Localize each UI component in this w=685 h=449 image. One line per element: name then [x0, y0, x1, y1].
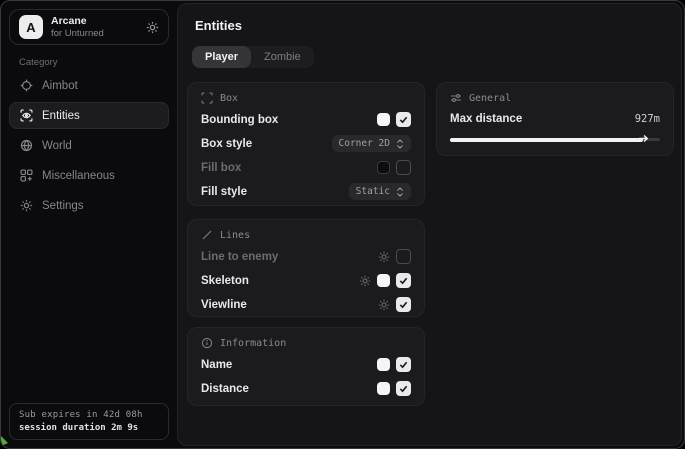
- checkbox-checked[interactable]: [396, 297, 411, 312]
- sidebar-item-world[interactable]: World: [9, 132, 169, 159]
- sidebar-item-aimbot[interactable]: Aimbot: [9, 72, 169, 99]
- box-section-header: Box: [201, 92, 411, 104]
- subscription-info: Sub expires in 42d 08h session duration …: [9, 403, 169, 440]
- setting-label: Line to enemy: [201, 251, 278, 263]
- fill-style-dropdown[interactable]: Static: [349, 183, 411, 200]
- gear-icon[interactable]: [146, 21, 159, 34]
- gear-icon[interactable]: [359, 275, 371, 287]
- app-subtitle: for Unturned: [51, 28, 104, 39]
- section-title: Box: [220, 93, 238, 104]
- gear-icon[interactable]: [378, 251, 390, 263]
- setting-row-skeleton: Skeleton: [201, 272, 411, 289]
- max-distance-slider[interactable]: [450, 134, 660, 144]
- setting-row-line-to-enemy: Line to enemy: [201, 248, 411, 265]
- grid-icon: [20, 169, 33, 182]
- general-card: General Max distance 927m: [436, 82, 674, 156]
- setting-label: Name: [201, 359, 232, 371]
- information-card: Information Name Distance: [187, 327, 425, 406]
- page-title: Entities: [195, 18, 242, 33]
- setting-row-max-distance: Max distance 927m: [450, 113, 660, 125]
- section-title: Lines: [220, 230, 250, 241]
- tab-bar: Player Zombie: [192, 46, 314, 68]
- sidebar-item-settings[interactable]: Settings: [9, 192, 169, 219]
- dropdown-value: Corner 2D: [339, 138, 390, 149]
- sidebar-header: A Arcane for Unturned: [9, 9, 169, 45]
- setting-row-fill-box: Fill box: [201, 159, 411, 176]
- lines-section-header: Lines: [201, 229, 411, 241]
- sidebar-item-label: Aimbot: [42, 80, 78, 92]
- tab-player[interactable]: Player: [192, 46, 251, 68]
- checkbox-checked[interactable]: [396, 273, 411, 288]
- sidebar-nav: Aimbot Entities World: [9, 72, 169, 219]
- setting-row-viewline: Viewline: [201, 296, 411, 313]
- chevron-up-down-icon: [396, 187, 404, 197]
- color-swatch[interactable]: [377, 113, 390, 126]
- setting-label: Bounding box: [201, 114, 278, 126]
- sidebar-item-label: World: [42, 140, 72, 152]
- tab-zombie[interactable]: Zombie: [251, 46, 314, 68]
- setting-row-distance: Distance: [201, 380, 411, 397]
- sidebar: A Arcane for Unturned Category Aimbot: [1, 1, 177, 448]
- sidebar-item-entities[interactable]: Entities: [9, 102, 169, 129]
- color-swatch[interactable]: [377, 274, 390, 287]
- category-label: Category: [19, 57, 58, 68]
- checkbox-checked[interactable]: [396, 357, 411, 372]
- color-swatch[interactable]: [377, 382, 390, 395]
- gear-icon[interactable]: [378, 299, 390, 311]
- slider-fill: [450, 138, 643, 142]
- setting-row-fill-style: Fill style Static: [201, 183, 411, 200]
- scan-eye-icon: [20, 109, 33, 122]
- color-swatch[interactable]: [377, 161, 390, 174]
- crosshair-icon: [20, 79, 33, 92]
- app-logo: A: [19, 15, 43, 39]
- dropdown-value: Static: [356, 186, 390, 197]
- setting-row-name: Name: [201, 356, 411, 373]
- cursor-icon: [0, 432, 14, 449]
- setting-row-bounding-box: Bounding box: [201, 111, 411, 128]
- slider-value: 927m: [635, 113, 660, 125]
- app-window: A Arcane for Unturned Category Aimbot: [0, 0, 685, 449]
- app-name: Arcane: [51, 15, 104, 28]
- general-section-header: General: [450, 92, 660, 104]
- checkbox-checked[interactable]: [396, 112, 411, 127]
- app-titles: Arcane for Unturned: [51, 15, 104, 39]
- sidebar-item-label: Miscellaneous: [42, 170, 115, 182]
- sub-expiry-text: Sub expires in 42d 08h: [19, 410, 159, 420]
- chevron-up-down-icon: [396, 139, 404, 149]
- color-swatch[interactable]: [377, 358, 390, 371]
- setting-label: Skeleton: [201, 275, 249, 287]
- information-section-header: Information: [201, 337, 411, 349]
- box-style-dropdown[interactable]: Corner 2D: [332, 135, 411, 152]
- setting-label: Fill box: [201, 162, 241, 174]
- main-panel: Entities Player Zombie Box Bounding box: [177, 3, 682, 446]
- setting-label: Distance: [201, 383, 249, 395]
- setting-row-box-style: Box style Corner 2D: [201, 135, 411, 152]
- setting-label: Box style: [201, 138, 252, 150]
- sidebar-item-miscellaneous[interactable]: Miscellaneous: [9, 162, 169, 189]
- checkbox-unchecked[interactable]: [396, 160, 411, 175]
- session-duration-text: session duration 2m 9s: [19, 423, 159, 433]
- globe-icon: [20, 139, 33, 152]
- checkbox-checked[interactable]: [396, 381, 411, 396]
- section-title: Information: [220, 338, 286, 349]
- gear-icon: [20, 199, 33, 212]
- frame-corners-icon: [201, 92, 213, 104]
- sliders-icon: [450, 92, 462, 104]
- box-card: Box Bounding box Box style Corner 2D: [187, 82, 425, 206]
- checkbox-unchecked[interactable]: [396, 249, 411, 264]
- diagonal-line-icon: [201, 229, 213, 241]
- setting-label: Max distance: [450, 113, 522, 125]
- sidebar-item-label: Settings: [42, 200, 84, 212]
- setting-label: Fill style: [201, 186, 247, 198]
- setting-label: Viewline: [201, 299, 247, 311]
- info-icon: [201, 337, 213, 349]
- section-title: General: [469, 93, 511, 104]
- slider-thumb-arrow-icon[interactable]: [638, 133, 649, 144]
- lines-card: Lines Line to enemy Skeleton: [187, 219, 425, 317]
- sidebar-item-label: Entities: [42, 110, 80, 122]
